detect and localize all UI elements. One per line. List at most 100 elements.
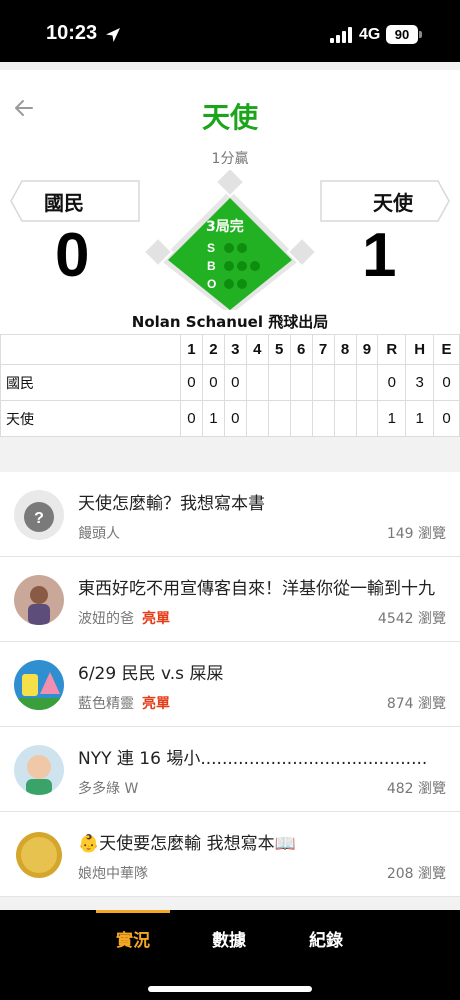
header-cell: 2 [201, 334, 225, 365]
score-cell: 1 [201, 400, 225, 437]
score-cell [245, 364, 269, 401]
post-views: 4542 瀏覽 [377, 611, 446, 627]
inning-status: 3局完 [206, 219, 244, 235]
score-cell: 1 [405, 400, 435, 437]
score-cell [333, 364, 357, 401]
post-title: 東西好吃不用宣傳客自來！洋基你從一輸到十九 [78, 579, 435, 599]
post-title: 👶天使要怎麼輸 我想寫本📖 [78, 834, 296, 854]
post-title: 6/29 民民 v.s 屎屎 [78, 664, 224, 684]
home-score: 1 [362, 221, 397, 290]
highlight-tag: 亮單 [142, 696, 170, 712]
list-item[interactable]: NYY 連 16 場小.............................… [0, 727, 460, 812]
score-cell [289, 400, 313, 437]
tab-stats[interactable]: 數據 [212, 926, 246, 951]
score-cell: 0 [433, 364, 460, 401]
score-cell [267, 400, 291, 437]
coin-avatar [14, 830, 64, 880]
home-team-name: 天使 [373, 191, 413, 215]
header-cell: R [377, 334, 407, 365]
score-cell: 0 [377, 364, 407, 401]
line-score: 1 2 3 4 5 6 7 8 9 R H E 國民 0 0 0 0 3 0 天… [0, 334, 460, 437]
post-title: NYY 連 16 場小.............................… [78, 749, 428, 769]
cartoon-avatar [14, 660, 64, 710]
tab-live[interactable]: 實況 [116, 926, 150, 951]
list-item[interactable]: 6/29 民民 v.s 屎屎 藍色精靈 亮單 874 瀏覽 [0, 642, 460, 727]
question-avatar: ? [14, 490, 64, 540]
svg-text:?: ? [34, 510, 44, 527]
away-score: 0 [55, 221, 90, 290]
score-panel: 天使 1分贏 國民 天使 0 1 3局完 S B O Nolan Schanue… [0, 70, 460, 342]
list-item[interactable]: 👶天使要怎麼輸 我想寫本📖 娘炮中華隊 208 瀏覽 [0, 812, 460, 897]
game-screen: 天使 1分贏 國民 天使 0 1 3局完 S B O Nolan Schanue… [0, 62, 460, 910]
score-cell [311, 364, 335, 401]
list-item[interactable]: 東西好吃不用宣傳客自來！洋基你從一輸到十九 波妞的爸 亮單 4542 瀏覽 [0, 557, 460, 642]
ball-dot [237, 261, 247, 271]
score-cell [267, 364, 291, 401]
header-cell: 5 [267, 334, 291, 365]
tab-records[interactable]: 紀錄 [309, 926, 343, 951]
winner-title: 天使 [201, 101, 258, 134]
battery-tip [419, 31, 422, 38]
post-views: 482 瀏覽 [386, 781, 446, 797]
author-name: 波妞的爸 [78, 611, 134, 627]
post-views: 874 瀏覽 [386, 696, 446, 712]
line-score-team: 國民 [0, 364, 181, 401]
status-time: 10:23 [46, 22, 98, 44]
last-play: Nolan Schanuel 飛球出局 [131, 313, 329, 331]
score-cell [245, 400, 269, 437]
highlight-tag: 亮單 [142, 611, 170, 627]
out-dot [237, 279, 247, 289]
strike-label: S [207, 241, 216, 255]
active-tab-indicator [96, 910, 170, 913]
line-score-row-away: 國民 0 0 0 0 3 0 [0, 364, 460, 401]
post-views: 149 瀏覽 [386, 526, 446, 542]
out-label: O [207, 277, 217, 291]
baseball-diamond [145, 170, 315, 310]
author-name: 娘炮中華隊 [78, 866, 148, 882]
score-cell [333, 400, 357, 437]
header-cell: 9 [355, 334, 379, 365]
post-list: ? 天使怎麼輸？我想寫本書 饅頭人 149 瀏覽 東西好吃不用宣傳客自來！洋基你… [0, 472, 460, 897]
strike-dot [224, 243, 234, 253]
author-name: 多多綠 W [78, 781, 139, 797]
header-cell: 4 [245, 334, 269, 365]
list-item[interactable]: ? 天使怎麼輸？我想寫本書 饅頭人 149 瀏覽 [0, 472, 460, 557]
line-score-header: 1 2 3 4 5 6 7 8 9 R H E [0, 334, 460, 365]
ball-dot [224, 261, 234, 271]
header-cell: 6 [289, 334, 313, 365]
line-score-row-home: 天使 0 1 0 1 1 0 [0, 400, 460, 437]
line-score-team: 天使 [0, 400, 181, 437]
score-cell [355, 400, 379, 437]
away-team-name: 國民 [44, 191, 84, 215]
bottom-tab-bar: 實況 數據 紀錄 [0, 910, 460, 1000]
score-cell: 0 [223, 400, 247, 437]
location-arrow-icon [106, 28, 120, 42]
header-cell: 7 [311, 334, 335, 365]
post-author: 多多綠 W [78, 778, 138, 798]
score-cell: 3 [405, 364, 435, 401]
status-bar: 10:23 4G 90 [0, 0, 460, 62]
score-cell: 0 [223, 364, 247, 401]
ball-label: B [207, 259, 216, 273]
battery-icon: 90 [386, 25, 418, 44]
header-cell [0, 334, 181, 365]
ball-dot [250, 261, 260, 271]
home-indicator [148, 986, 312, 992]
score-cell: 0 [433, 400, 460, 437]
post-author: 饅頭人 [78, 523, 120, 543]
score-cell: 1 [377, 400, 407, 437]
post-title: 天使怎麼輸？我想寫本書 [78, 494, 265, 514]
score-cell [289, 364, 313, 401]
post-author: 娘炮中華隊 [78, 863, 148, 883]
author-name: 藍色精靈 [78, 696, 134, 712]
win-margin: 1分贏 [211, 151, 249, 167]
post-views: 208 瀏覽 [386, 866, 446, 882]
out-dot [224, 279, 234, 289]
score-cell [355, 364, 379, 401]
header-cell: H [405, 334, 435, 365]
network-type: 4G [359, 26, 381, 43]
post-author: 波妞的爸 亮單 [78, 608, 170, 628]
strike-dot [237, 243, 247, 253]
post-author: 藍色精靈 亮單 [78, 693, 170, 713]
signal-icon [330, 27, 352, 43]
